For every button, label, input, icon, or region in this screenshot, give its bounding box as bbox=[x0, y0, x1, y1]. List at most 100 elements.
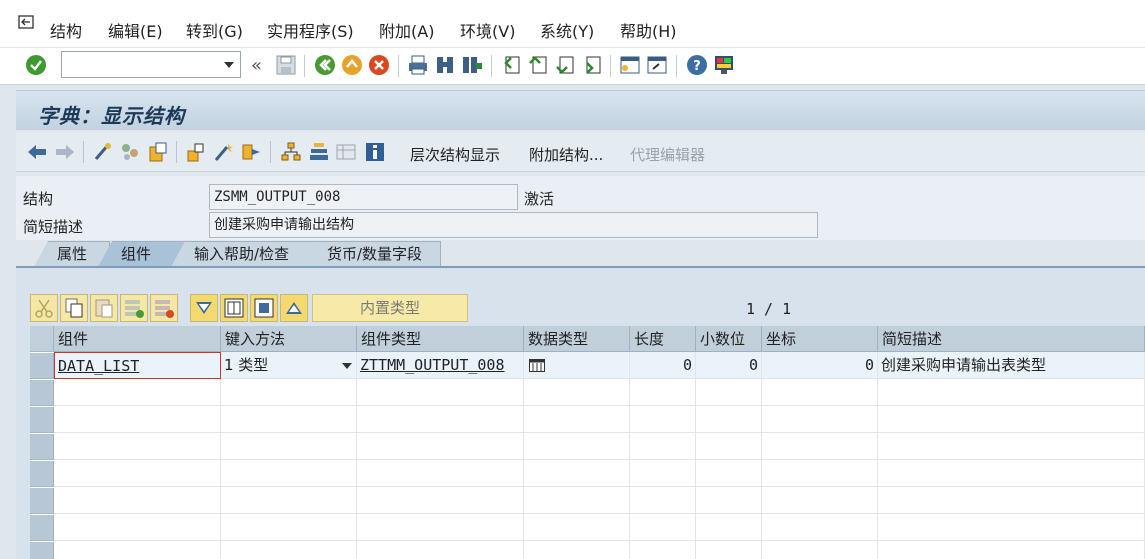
empty-cell[interactable] bbox=[630, 487, 696, 514]
short-description-cell[interactable]: 创建采购申请输出表类型 bbox=[878, 352, 1145, 379]
first-page-icon[interactable] bbox=[500, 54, 522, 76]
empty-cell[interactable] bbox=[696, 487, 762, 514]
empty-cell[interactable] bbox=[357, 433, 524, 460]
cut-row-button[interactable] bbox=[30, 294, 58, 322]
empty-cell[interactable] bbox=[878, 514, 1145, 541]
proxy-editor-button[interactable]: 代理编辑器 bbox=[630, 144, 705, 165]
table-view-icon[interactable] bbox=[335, 141, 357, 163]
info-icon[interactable] bbox=[364, 141, 386, 163]
collapse-row-button[interactable] bbox=[280, 294, 308, 322]
new-session-icon[interactable] bbox=[619, 54, 641, 76]
empty-cell[interactable] bbox=[696, 433, 762, 460]
column-header-short-description[interactable]: 简短描述 bbox=[878, 326, 1145, 352]
empty-cell[interactable] bbox=[221, 433, 357, 460]
empty-cell[interactable] bbox=[357, 406, 524, 433]
structure-field[interactable]: ZSMM_OUTPUT_008 bbox=[209, 184, 518, 210]
tree-structure-icon[interactable] bbox=[308, 141, 330, 163]
row-selector[interactable] bbox=[30, 407, 54, 433]
back-icon[interactable] bbox=[314, 54, 336, 76]
menu-system[interactable]: 系统(Y) bbox=[540, 18, 594, 42]
insert-row-button[interactable] bbox=[120, 294, 148, 322]
shortcut-icon[interactable] bbox=[646, 54, 668, 76]
empty-cell[interactable] bbox=[630, 541, 696, 559]
empty-cell[interactable] bbox=[762, 460, 878, 487]
empty-cell[interactable] bbox=[54, 433, 221, 460]
column-header-decimals[interactable]: 小数位 bbox=[696, 326, 762, 352]
short-description-field[interactable]: 创建采购申请输出结构 bbox=[209, 212, 818, 238]
menu-help[interactable]: 帮助(H) bbox=[620, 18, 677, 42]
coordinate-cell[interactable]: 0 bbox=[762, 352, 878, 379]
menu-structure[interactable]: 结构 bbox=[50, 18, 82, 42]
activate-icon[interactable] bbox=[147, 141, 169, 163]
empty-cell[interactable] bbox=[221, 379, 357, 406]
tab-input-help-check[interactable]: 输入帮助/检查 bbox=[171, 241, 319, 267]
row-selector[interactable] bbox=[30, 488, 54, 514]
empty-cell[interactable] bbox=[221, 514, 357, 541]
empty-cell[interactable] bbox=[696, 379, 762, 406]
column-header-component[interactable]: 组件 bbox=[54, 326, 221, 352]
row-selector[interactable] bbox=[30, 380, 54, 406]
empty-cell[interactable] bbox=[762, 406, 878, 433]
paste-row-button[interactable] bbox=[90, 294, 118, 322]
find-icon[interactable] bbox=[434, 54, 456, 76]
empty-cell[interactable] bbox=[54, 460, 221, 487]
empty-cell[interactable] bbox=[54, 406, 221, 433]
column-header-typing-method[interactable]: 键入方法 bbox=[221, 326, 357, 352]
built-in-type-button[interactable]: 内置类型 bbox=[312, 294, 468, 322]
empty-cell[interactable] bbox=[878, 406, 1145, 433]
print-icon[interactable] bbox=[407, 54, 429, 76]
row-selector[interactable] bbox=[30, 353, 54, 379]
empty-cell[interactable] bbox=[630, 379, 696, 406]
delete-row-button[interactable] bbox=[150, 294, 178, 322]
empty-cell[interactable] bbox=[762, 487, 878, 514]
empty-cell[interactable] bbox=[762, 379, 878, 406]
tab-attributes[interactable]: 属性 bbox=[34, 241, 110, 267]
empty-cell[interactable] bbox=[878, 379, 1145, 406]
menu-extras[interactable]: 附加(A) bbox=[379, 18, 434, 42]
object-list-icon[interactable] bbox=[240, 141, 262, 163]
empty-cell[interactable] bbox=[696, 406, 762, 433]
empty-cell[interactable] bbox=[524, 460, 630, 487]
empty-cell[interactable] bbox=[357, 487, 524, 514]
empty-cell[interactable] bbox=[630, 514, 696, 541]
column-header-component-type[interactable]: 组件类型 bbox=[357, 326, 524, 352]
hierarchy-display-button[interactable]: 层次结构显示 bbox=[410, 144, 500, 165]
expand-row-button[interactable] bbox=[190, 294, 218, 322]
empty-cell[interactable] bbox=[630, 406, 696, 433]
empty-cell[interactable] bbox=[762, 433, 878, 460]
empty-cell[interactable] bbox=[221, 460, 357, 487]
menu-utilities[interactable]: 实用程序(S) bbox=[267, 18, 354, 42]
empty-cell[interactable] bbox=[221, 487, 357, 514]
empty-cell[interactable] bbox=[630, 460, 696, 487]
length-cell[interactable]: 0 bbox=[630, 352, 696, 379]
empty-cell[interactable] bbox=[696, 514, 762, 541]
row-selector[interactable] bbox=[30, 542, 54, 559]
empty-cell[interactable] bbox=[524, 379, 630, 406]
cancel-icon[interactable] bbox=[368, 54, 390, 76]
decimals-cell[interactable]: 0 bbox=[696, 352, 762, 379]
empty-cell[interactable] bbox=[54, 487, 221, 514]
empty-cell[interactable] bbox=[221, 406, 357, 433]
typing-method-cell[interactable]: 1 类型 bbox=[221, 352, 357, 379]
enter-check-icon[interactable] bbox=[25, 54, 47, 76]
menu-goto[interactable]: 转到(G) bbox=[186, 18, 243, 42]
copy-row-button[interactable] bbox=[60, 294, 88, 322]
column-header-length[interactable]: 长度 bbox=[630, 326, 696, 352]
select-all-button[interactable] bbox=[220, 294, 248, 322]
chevron-down-icon[interactable] bbox=[342, 363, 352, 369]
last-page-icon[interactable] bbox=[581, 54, 603, 76]
empty-cell[interactable] bbox=[524, 541, 630, 559]
magic-wand-icon[interactable] bbox=[212, 141, 234, 163]
empty-cell[interactable] bbox=[54, 379, 221, 406]
deselect-all-button[interactable] bbox=[250, 294, 278, 322]
empty-cell[interactable] bbox=[878, 460, 1145, 487]
empty-cell[interactable] bbox=[524, 487, 630, 514]
component-type-cell[interactable]: ZTTMM_OUTPUT_008 bbox=[357, 352, 524, 379]
empty-cell[interactable] bbox=[878, 433, 1145, 460]
find-next-icon[interactable] bbox=[461, 54, 483, 76]
empty-cell[interactable] bbox=[878, 541, 1145, 559]
back-arrow-icon[interactable] bbox=[26, 141, 48, 163]
select-all-corner[interactable] bbox=[30, 326, 54, 352]
empty-cell[interactable] bbox=[357, 379, 524, 406]
menu-edit[interactable]: 编辑(E) bbox=[108, 18, 163, 42]
